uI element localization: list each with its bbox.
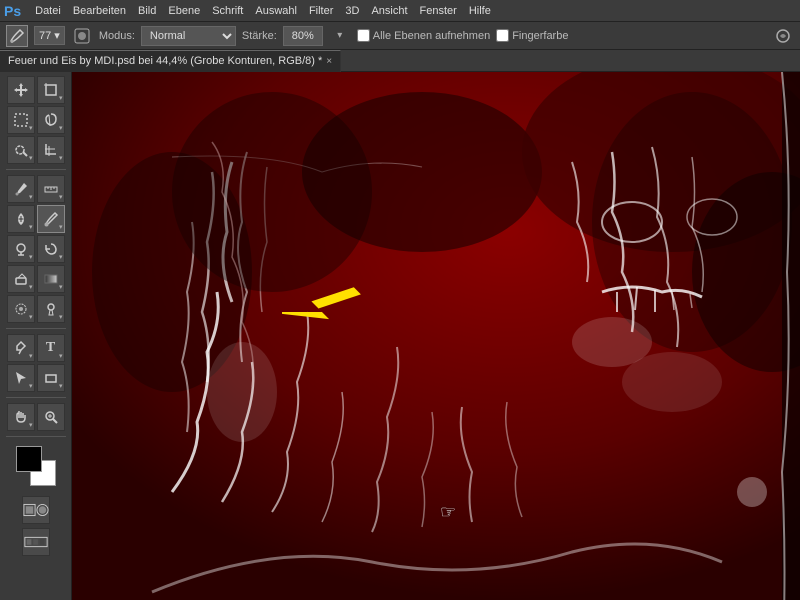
eyedropper-tool[interactable]: ▾ (7, 175, 35, 203)
zoom-tool[interactable] (37, 403, 65, 431)
screen-mode-btn[interactable] (22, 528, 50, 556)
document-tab[interactable]: Feuer und Eis by MDI.psd bei 44,4% (Grob… (0, 50, 341, 72)
brush-size-picker[interactable]: 77 ▾ (34, 26, 65, 45)
path-select-tool[interactable]: ▾ (7, 364, 35, 392)
alle-ebenen-label[interactable]: Alle Ebenen aufnehmen (357, 29, 490, 42)
canvas-area: ☞ (72, 72, 800, 600)
quick-select-tool[interactable]: ▾ (7, 136, 35, 164)
fingerfarbe-checkbox[interactable] (496, 29, 509, 42)
modus-select[interactable]: Normal Multiplizieren Abwedeln (141, 26, 236, 46)
move-tool[interactable] (7, 76, 35, 104)
gradient-tool[interactable]: ▾ (37, 265, 65, 293)
tool-row-11: ▾ (7, 403, 65, 431)
brush-tool-btn[interactable]: ▾ (37, 205, 65, 233)
tool-row-bottom (22, 496, 50, 524)
tool-row-1: ▾ (7, 76, 65, 104)
crop-tool[interactable]: ▾ (37, 136, 65, 164)
tool-row-10: ▾ ▾ (7, 364, 65, 392)
tool-row-2: ▾ ▾ (7, 106, 65, 134)
history-brush-tool[interactable]: ▾ (37, 235, 65, 263)
menu-datei[interactable]: Datei (29, 3, 67, 19)
toolbox: ▾ ▾ ▾ (0, 72, 72, 600)
menu-bild[interactable]: Bild (132, 3, 162, 19)
eraser-tool[interactable]: ▾ (7, 265, 35, 293)
tool-row-5: ▾ ▾ (7, 205, 65, 233)
artboard-tool[interactable]: ▾ (37, 76, 65, 104)
menu-filter[interactable]: Filter (303, 3, 339, 19)
quick-mask-btn[interactable] (22, 496, 50, 524)
menu-bearbeiten[interactable]: Bearbeiten (67, 3, 132, 19)
photoshop-logo: Ps (4, 3, 21, 19)
tool-row-8: ▾ ▾ (7, 295, 65, 323)
foreground-color-swatch[interactable] (16, 446, 42, 472)
dodge-tool[interactable]: ▾ (37, 295, 65, 323)
modus-label: Modus: (99, 30, 135, 42)
color-swatches[interactable] (16, 446, 56, 486)
lasso-tool[interactable]: ▾ (37, 106, 65, 134)
menu-schrift[interactable]: Schrift (206, 3, 249, 19)
3d-rotate-icon[interactable] (772, 25, 794, 47)
artwork (72, 72, 800, 600)
fingerfarbe-label[interactable]: Fingerfarbe (496, 29, 568, 42)
staerke-input[interactable] (283, 26, 323, 46)
rectangular-marquee-tool[interactable]: ▾ (7, 106, 35, 134)
menu-ansicht[interactable]: Ansicht (365, 3, 413, 19)
yellow-arrow (282, 272, 362, 352)
menu-3d[interactable]: 3D (339, 3, 365, 19)
menu-fenster[interactable]: Fenster (414, 3, 463, 19)
menu-hilfe[interactable]: Hilfe (463, 3, 497, 19)
tool-row-3: ▾ ▾ (7, 136, 65, 164)
spot-healing-tool[interactable]: ▾ (7, 205, 35, 233)
main-area: ▾ ▾ ▾ (0, 72, 800, 600)
blur-tool[interactable]: ▾ (7, 295, 35, 323)
tool-divider-2 (6, 328, 66, 329)
tool-row-screen (22, 528, 50, 556)
menu-ebene[interactable]: Ebene (162, 3, 206, 19)
pen-tool[interactable]: ▾ (7, 334, 35, 362)
tool-divider-4 (6, 436, 66, 437)
menu-auswahl[interactable]: Auswahl (249, 3, 303, 19)
ruler-tool[interactable]: ▾ (37, 175, 65, 203)
menubar: Ps Datei Bearbeiten Bild Ebene Schrift A… (0, 0, 800, 22)
shape-tool[interactable]: ▾ (37, 364, 65, 392)
tool-divider-3 (6, 397, 66, 398)
tab-title: Feuer und Eis by MDI.psd bei 44,4% (Grob… (8, 55, 322, 67)
tabbar: Feuer und Eis by MDI.psd bei 44,4% (Grob… (0, 50, 800, 72)
tool-options-bar: 77 ▾ Modus: Normal Multiplizieren Abwede… (0, 22, 800, 50)
staerke-label: Stärke: (242, 30, 277, 42)
tool-row-9: ▾ T ▾ (7, 334, 65, 362)
tool-row-6: ▾ ▾ (7, 235, 65, 263)
brush-preset-icon[interactable] (71, 25, 93, 47)
tab-close-button[interactable]: × (326, 56, 332, 67)
tool-divider-1 (6, 169, 66, 170)
alle-ebenen-checkbox[interactable] (357, 29, 370, 42)
clone-stamp-tool[interactable]: ▾ (7, 235, 35, 263)
text-tool[interactable]: T ▾ (37, 334, 65, 362)
brush-tool-icon[interactable] (6, 25, 28, 47)
hand-tool[interactable]: ▾ (7, 403, 35, 431)
tool-row-4: ▾ ▾ (7, 175, 65, 203)
pressure-icon[interactable]: ▾ (329, 25, 351, 47)
tool-row-7: ▾ ▾ (7, 265, 65, 293)
